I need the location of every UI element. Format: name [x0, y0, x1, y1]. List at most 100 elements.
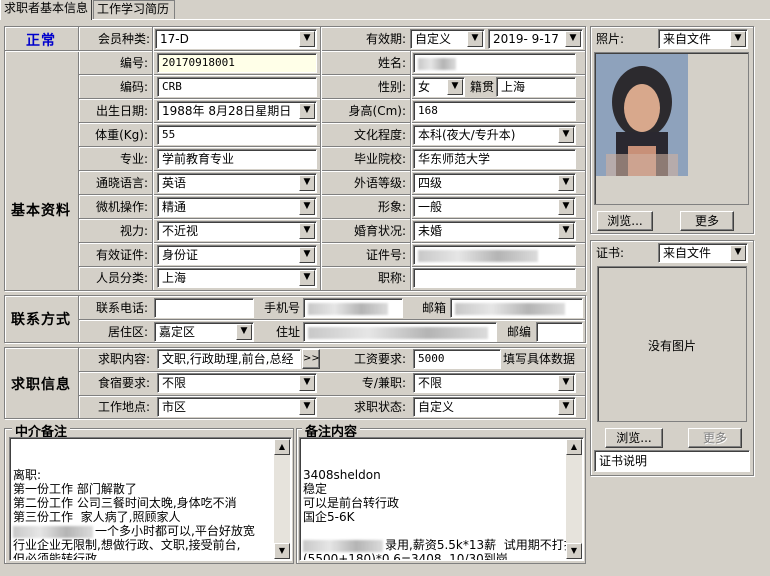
chevron-down-icon[interactable]: [730, 31, 746, 47]
major-label: 专业:: [119, 152, 148, 166]
job-content-field[interactable]: 文职,行政助理,前台,总经: [157, 349, 301, 369]
memo-line: 国企5-6K: [303, 510, 355, 524]
chevron-down-icon[interactable]: [558, 199, 574, 215]
agency-notes-memo[interactable]: 离职: 第一份工作 部门解散了 第二份工作 公司三餐时间太晚,身体吃不消 第三份工作 …: [9, 437, 292, 561]
scroll-down-icon[interactable]: ▼: [274, 543, 290, 559]
chevron-down-icon[interactable]: [299, 199, 315, 215]
chevron-down-icon[interactable]: [299, 247, 315, 263]
district-label: 居住区:: [107, 325, 148, 339]
memo-line: 离职:: [13, 468, 42, 482]
name-field[interactable]: [413, 53, 576, 73]
photo-more-button[interactable]: 更多: [680, 211, 734, 231]
chevron-down-icon[interactable]: [299, 223, 315, 239]
memo-line: 可以是前台转行政: [303, 496, 400, 510]
board-select[interactable]: 不限: [157, 373, 317, 393]
school-label: 毕业院校:: [353, 152, 406, 166]
salary-field[interactable]: 5000: [413, 349, 501, 369]
chevron-down-icon[interactable]: [467, 31, 483, 47]
category-select[interactable]: 上海: [157, 268, 317, 288]
mobile-field[interactable]: [303, 298, 403, 318]
memo-line: 第二份工作 公司三餐时间太晚,身体吃不消: [13, 496, 237, 510]
weight-field[interactable]: 55: [157, 125, 317, 145]
memo-line: 3408sheldon: [303, 468, 381, 482]
computer-skill-label: 微机操作:: [95, 200, 148, 214]
chevron-down-icon[interactable]: [558, 175, 574, 191]
computer-skill-select[interactable]: 精通: [157, 197, 317, 217]
education-select[interactable]: 本科(夜大/专升本): [413, 125, 576, 145]
job-state-label: 求职状态:: [353, 400, 406, 414]
address-field[interactable]: [303, 322, 497, 342]
foreign-level-label: 外语等级:: [353, 176, 406, 190]
memo-line: 一个多小时都可以,平台好放宽: [13, 524, 271, 538]
chevron-down-icon[interactable]: [565, 31, 581, 47]
scrollbar[interactable]: ▲ ▼: [274, 439, 290, 559]
zip-label: 邮编: [506, 325, 531, 339]
memo-line: 稳定: [303, 482, 328, 496]
chevron-down-icon[interactable]: [558, 223, 574, 239]
chevron-down-icon[interactable]: [299, 103, 315, 119]
job-content-label: 求职内容:: [97, 352, 150, 366]
native-place-field[interactable]: 上海: [496, 77, 576, 97]
member-type-select[interactable]: 17-D: [155, 29, 317, 49]
remarks-memo[interactable]: 3408sheldon 稳定 可以是前台转行政 国企5-6K 录用,薪资5.5k*13薪…: [299, 437, 584, 561]
scroll-down-icon[interactable]: ▼: [566, 543, 582, 559]
job-content-more-button[interactable]: >>: [302, 349, 320, 369]
zip-field[interactable]: [536, 322, 583, 342]
tab-basic-info[interactable]: 求职者基本信息: [0, 0, 92, 20]
image-select[interactable]: 一般: [413, 197, 576, 217]
location-label: 工作地点:: [97, 400, 150, 414]
vision-select[interactable]: 不近视: [157, 221, 317, 241]
chevron-down-icon[interactable]: [558, 399, 574, 415]
code-field[interactable]: CRB: [157, 77, 317, 97]
chevron-down-icon[interactable]: [558, 127, 574, 143]
chevron-down-icon[interactable]: [299, 375, 315, 391]
photo-browse-button[interactable]: 浏览...: [597, 211, 653, 231]
district-select[interactable]: 嘉定区: [154, 322, 254, 342]
status-label: 正常: [26, 33, 56, 49]
chevron-down-icon[interactable]: [558, 375, 574, 391]
member-type-label: 会员种类:: [97, 32, 150, 46]
certificate-description-field[interactable]: 证书说明: [594, 450, 750, 472]
email-field[interactable]: [450, 298, 583, 318]
photo-frame: [594, 52, 749, 205]
validity-mode-select[interactable]: 自定义: [410, 29, 485, 49]
school-field[interactable]: 华东师范大学: [413, 149, 576, 169]
certificate-source-select[interactable]: 来自文件: [658, 243, 748, 263]
id-type-select[interactable]: 身份证: [157, 245, 317, 265]
scrollbar[interactable]: ▲ ▼: [566, 439, 582, 559]
major-field[interactable]: 学前教育专业: [157, 149, 317, 169]
number-label: 编号:: [119, 56, 148, 70]
foreign-level-select[interactable]: 四级: [413, 173, 576, 193]
memo-line: 第三份工作 家人病了,照顾家人: [13, 510, 181, 524]
title-field[interactable]: [413, 268, 576, 288]
scroll-up-icon[interactable]: ▲: [566, 439, 582, 455]
mobile-label: 手机号: [263, 301, 300, 315]
language-select[interactable]: 英语: [157, 173, 317, 193]
job-state-select[interactable]: 自定义: [413, 397, 576, 417]
height-field[interactable]: 168: [413, 101, 576, 121]
number-field[interactable]: 20170918001: [157, 53, 317, 73]
memo-line: 但必须能转行政: [13, 552, 98, 561]
chevron-down-icon[interactable]: [299, 175, 315, 191]
tab-work-study-resume[interactable]: 工作学习简历: [93, 0, 175, 19]
gender-select[interactable]: 女: [413, 77, 465, 97]
marital-select[interactable]: 未婚: [413, 221, 576, 241]
chevron-down-icon[interactable]: [299, 31, 315, 47]
chevron-down-icon[interactable]: [730, 245, 746, 261]
memo-line: 行业企业无限制,想做行政、文职,接受前台,: [13, 538, 241, 552]
fulltime-select[interactable]: 不限: [413, 373, 576, 393]
phone-field[interactable]: [154, 298, 254, 318]
validity-date-picker[interactable]: 2019- 9-17: [488, 29, 583, 49]
chevron-down-icon[interactable]: [299, 399, 315, 415]
birth-date-picker[interactable]: 1988年 8月28日星期日: [157, 101, 317, 121]
marital-label: 婚育状况:: [353, 224, 406, 238]
location-select[interactable]: 市区: [157, 397, 317, 417]
salary-hint: 填写具体数据: [503, 352, 576, 366]
certificate-browse-button[interactable]: 浏览...: [605, 428, 663, 448]
chevron-down-icon[interactable]: [299, 270, 315, 286]
photo-source-select[interactable]: 来自文件: [658, 29, 748, 49]
scroll-up-icon[interactable]: ▲: [274, 439, 290, 455]
chevron-down-icon[interactable]: [236, 324, 252, 340]
chevron-down-icon[interactable]: [447, 79, 463, 95]
id-number-field[interactable]: [413, 245, 576, 265]
